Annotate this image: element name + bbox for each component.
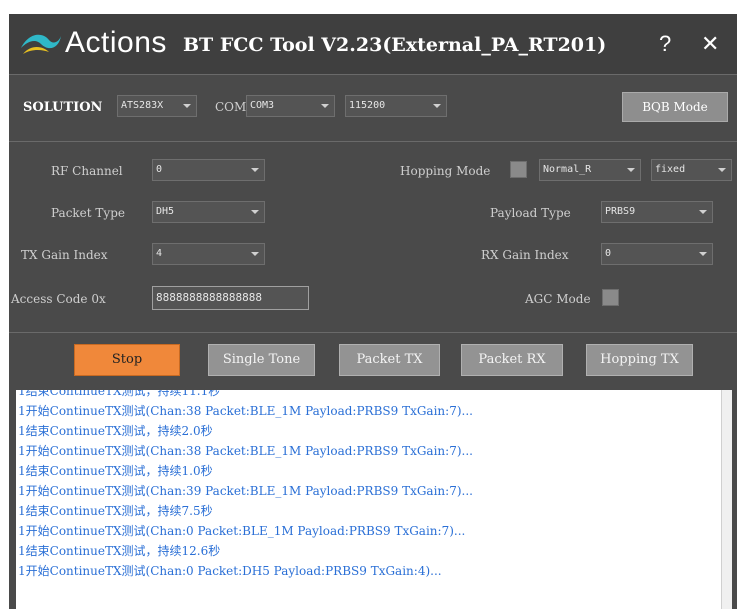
- title-bar: Actions BT FCC Tool V2.23(External_PA_RT…: [9, 14, 737, 74]
- chevron-down-icon: [251, 168, 259, 172]
- com-value: COM3: [250, 100, 275, 111]
- rf-channel-label: RF Channel: [51, 164, 123, 178]
- chevron-down-icon: [251, 210, 259, 214]
- chevron-down-icon: [183, 104, 191, 108]
- hopping-mode-value: Normal_R: [543, 164, 592, 175]
- access-code-input[interactable]: 8888888888888888: [152, 286, 309, 310]
- window-title: BT FCC Tool V2.23(External_PA_RT201): [183, 34, 607, 56]
- packet-tx-button[interactable]: Packet TX: [339, 344, 440, 376]
- log-scrollbar[interactable]: [721, 390, 732, 609]
- divider: [9, 332, 737, 333]
- rx-gain-label: RX Gain Index: [481, 248, 569, 262]
- rx-gain-select[interactable]: 0: [601, 243, 713, 265]
- divider: [9, 74, 737, 75]
- com-label: COM: [215, 100, 247, 114]
- solution-label: SOLUTION: [23, 100, 103, 115]
- tx-gain-value: 4: [156, 248, 163, 259]
- solution-value: ATS283X: [121, 100, 164, 111]
- chevron-down-icon: [433, 104, 441, 108]
- log-line: 1开始ContinueTX测试(Chan:38 Packet:BLE_1M Pa…: [18, 404, 473, 418]
- single-tone-button[interactable]: Single Tone: [208, 344, 315, 376]
- hopping-tx-button[interactable]: Hopping TX: [586, 344, 693, 376]
- chevron-down-icon: [699, 252, 707, 256]
- log-line: 1开始ContinueTX测试(Chan:0 Packet:DH5 Payloa…: [18, 564, 442, 578]
- log-line: 1结束ContinueTX测试，持续7.5秒: [18, 504, 213, 518]
- packet-type-value: DH5: [156, 206, 175, 217]
- tx-gain-label: TX Gain Index: [21, 248, 108, 262]
- baud-value: 115200: [349, 100, 386, 111]
- log-line: 1开始ContinueTX测试(Chan:38 Packet:BLE_1M Pa…: [18, 444, 473, 458]
- chevron-down-icon: [718, 168, 726, 172]
- divider: [9, 141, 737, 142]
- agc-mode-label: AGC Mode: [525, 292, 591, 306]
- hopping-mode-select[interactable]: Normal_R: [539, 159, 641, 181]
- solution-select[interactable]: ATS283X: [117, 95, 197, 117]
- chevron-down-icon: [627, 168, 635, 172]
- hopping-fixed-select[interactable]: fixed: [651, 159, 732, 181]
- hopping-fixed-value: fixed: [655, 164, 686, 175]
- packet-type-label: Packet Type: [51, 206, 125, 220]
- actions-logo-icon: [21, 34, 61, 54]
- log-line: 1开始ContinueTX测试(Chan:39 Packet:BLE_1M Pa…: [18, 484, 473, 498]
- hopping-mode-label: Hopping Mode: [400, 164, 491, 178]
- rf-channel-select[interactable]: 0: [152, 159, 265, 181]
- log-output[interactable]: 1结束ContinueTX测试，持续11.1秒 1开始ContinueTX测试(…: [16, 390, 732, 609]
- rf-channel-value: 0: [156, 164, 163, 175]
- log-line: 1开始ContinueTX测试(Chan:0 Packet:BLE_1M Pay…: [18, 524, 466, 538]
- stop-button[interactable]: Stop: [74, 344, 180, 376]
- brand-name: Actions: [65, 26, 167, 59]
- payload-type-label: Payload Type: [490, 206, 571, 220]
- app-window: Actions BT FCC Tool V2.23(External_PA_RT…: [9, 14, 737, 609]
- packet-rx-button[interactable]: Packet RX: [461, 344, 563, 376]
- com-select[interactable]: COM3: [246, 95, 335, 117]
- log-line: 1结束ContinueTX测试，持续2.0秒: [18, 424, 213, 438]
- agc-mode-checkbox[interactable]: [602, 289, 619, 306]
- log-line: 1结束ContinueTX测试，持续1.0秒: [18, 464, 213, 478]
- close-button[interactable]: ✕: [701, 32, 719, 56]
- log-lines: 1结束ContinueTX测试，持续11.1秒 1开始ContinueTX测试(…: [16, 390, 732, 581]
- chevron-down-icon: [699, 210, 707, 214]
- bqb-mode-button[interactable]: BQB Mode: [622, 92, 728, 122]
- tx-gain-select[interactable]: 4: [152, 243, 265, 265]
- hopping-mode-checkbox[interactable]: [510, 161, 527, 178]
- help-button[interactable]: ?: [659, 32, 671, 56]
- log-line: 1结束ContinueTX测试，持续11.1秒: [18, 390, 221, 398]
- access-code-label: Access Code 0x: [11, 292, 106, 306]
- payload-type-select[interactable]: PRBS9: [601, 201, 713, 223]
- rx-gain-value: 0: [605, 248, 612, 259]
- chevron-down-icon: [251, 252, 259, 256]
- log-line: 1结束ContinueTX测试，持续12.6秒: [18, 544, 221, 558]
- packet-type-select[interactable]: DH5: [152, 201, 265, 223]
- chevron-down-icon: [321, 104, 329, 108]
- baud-select[interactable]: 115200: [345, 95, 447, 117]
- payload-type-value: PRBS9: [605, 206, 636, 217]
